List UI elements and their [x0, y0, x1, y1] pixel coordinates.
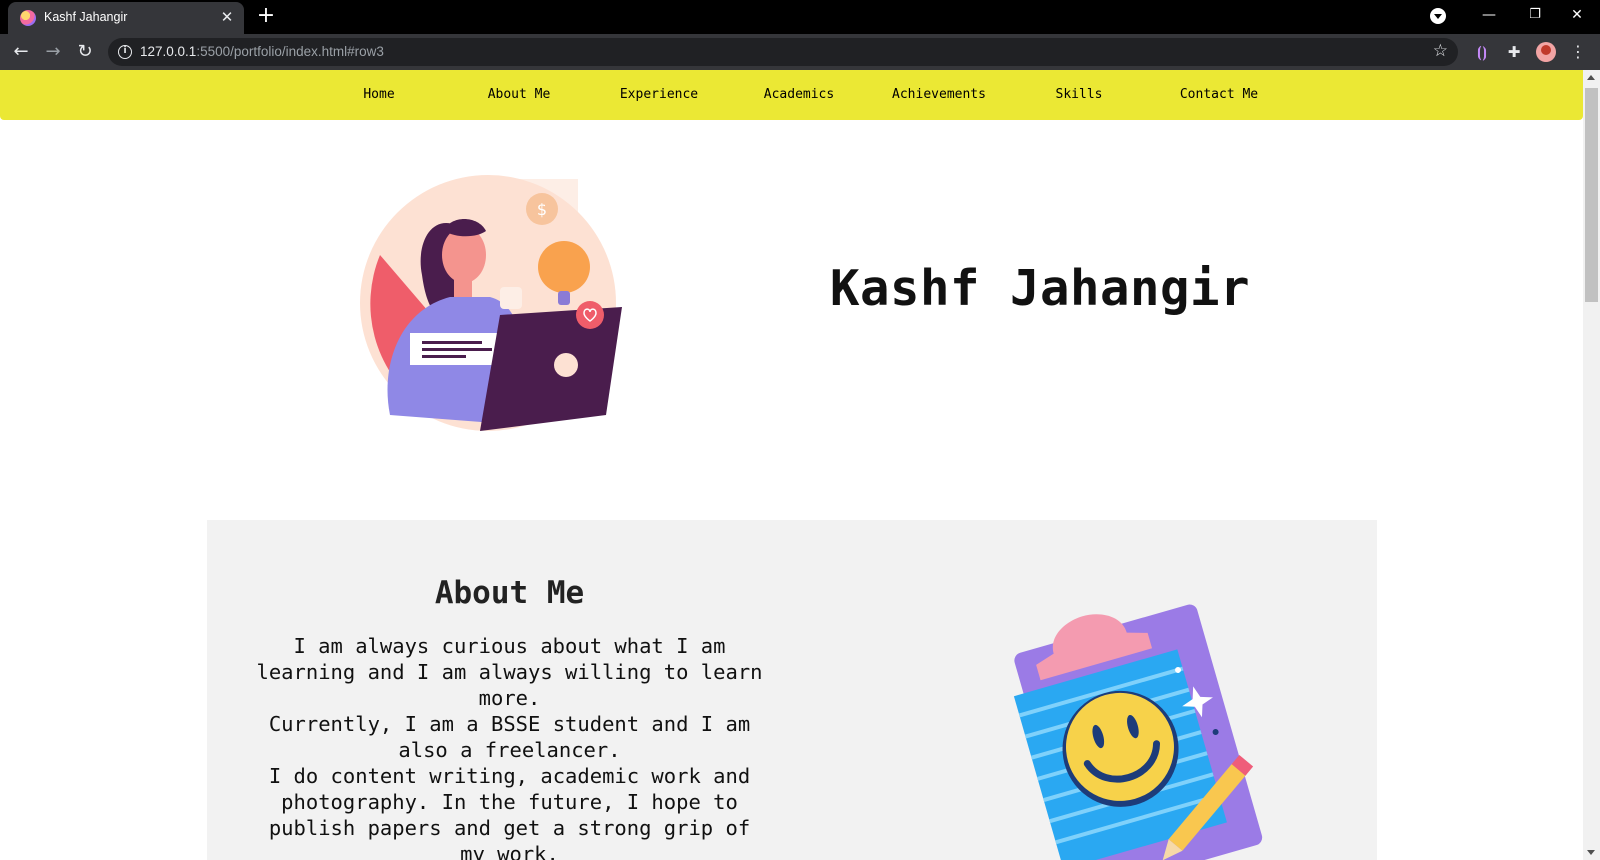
about-title: About Me: [434, 575, 585, 611]
browser-tab[interactable]: Kashf Jahangir ✕: [8, 2, 244, 34]
lightbulb-base: [558, 291, 570, 305]
minimize-icon[interactable]: —: [1466, 0, 1512, 32]
close-tab-icon[interactable]: ✕: [218, 8, 236, 26]
puzzle-icon[interactable]: ✚: [1504, 42, 1524, 62]
scroll-up-icon[interactable]: [1587, 75, 1595, 80]
tab-title: Kashf Jahangir: [44, 10, 128, 24]
browser-toolbar: ← → ↻ i 127.0.0.1:5500/portfolio/index.h…: [0, 34, 1600, 70]
url-path: :5500/portfolio/index.html#row3: [196, 44, 384, 59]
star-icon[interactable]: ☆: [1433, 41, 1448, 61]
arrow-right-icon[interactable]: →: [41, 40, 65, 64]
dollar-sign: $: [537, 200, 547, 219]
about-line: learning and I am always willing to lear…: [256, 660, 763, 684]
scroll-down-icon[interactable]: [1587, 850, 1595, 855]
page-viewport: Home About Me Experience Academics Achie…: [0, 70, 1600, 860]
about-line: also a freelancer.: [398, 738, 621, 762]
restore-icon[interactable]: ❐: [1512, 0, 1558, 32]
url-host: 127.0.0.1: [140, 44, 197, 59]
favicon-icon: [20, 10, 36, 26]
nav-contact-me[interactable]: Contact Me: [1149, 87, 1289, 102]
site-info-icon[interactable]: i: [118, 45, 132, 59]
page-scrollbar[interactable]: [1583, 70, 1600, 860]
menu-dots-icon[interactable]: ⋮: [1568, 42, 1588, 62]
about-line: more.: [478, 686, 541, 710]
nav-experience[interactable]: Experience: [589, 87, 729, 102]
about-line: publish papers and get a strong grip of: [268, 816, 751, 840]
about-text: I am always curious about what I am lear…: [237, 633, 782, 860]
arrow-left-icon[interactable]: ←: [9, 40, 33, 64]
about-line: my work.: [460, 842, 559, 860]
message-line: [422, 341, 482, 344]
nav-academics[interactable]: Academics: [729, 87, 869, 102]
new-tab-icon[interactable]: +: [254, 4, 278, 28]
nav-skills[interactable]: Skills: [1009, 87, 1149, 102]
nav-home[interactable]: Home: [309, 87, 449, 102]
message-line: [422, 355, 466, 358]
profile-avatar[interactable]: [1536, 42, 1556, 62]
nav-achievements[interactable]: Achievements: [869, 87, 1009, 102]
hero-illustration: $: [360, 175, 622, 431]
url-text[interactable]: 127.0.0.1:5500/portfolio/index.html#row3: [140, 44, 384, 59]
neck-shape: [454, 277, 472, 299]
window-close-icon[interactable]: ✕: [1554, 0, 1600, 32]
nav-about-me[interactable]: About Me: [449, 87, 589, 102]
clipboard-illustration: [1013, 604, 1263, 860]
extension-icon[interactable]: ⦗⦘: [1472, 42, 1492, 62]
address-bar[interactable]: i 127.0.0.1:5500/portfolio/index.html#ro…: [108, 38, 1458, 66]
about-line: Currently, I am a BSSE student and I am: [268, 712, 751, 736]
lightbulb-icon: [538, 241, 590, 293]
browser-tab-strip: Kashf Jahangir ✕ + — ❐ ✕: [0, 0, 1600, 34]
laptop-logo: [554, 353, 578, 377]
about-line: I do content writing, academic work and: [268, 764, 751, 788]
heart-icon: [576, 301, 604, 329]
laptop-shape: [480, 307, 622, 431]
about-line: I am always curious about what I am: [293, 634, 726, 658]
hero-name: Kashf Jahangir: [830, 260, 1251, 317]
navbar: Home About Me Experience Academics Achie…: [0, 70, 1583, 120]
thumbs-up-icon: [500, 287, 522, 309]
scrollbar-thumb[interactable]: [1585, 88, 1598, 302]
about-section: About Me I am always curious about what …: [207, 520, 1377, 860]
about-line: photography. In the future, I hope to: [281, 790, 738, 814]
tab-search-icon[interactable]: [1430, 8, 1446, 24]
message-line: [422, 348, 492, 351]
reload-icon[interactable]: ↻: [73, 40, 97, 64]
